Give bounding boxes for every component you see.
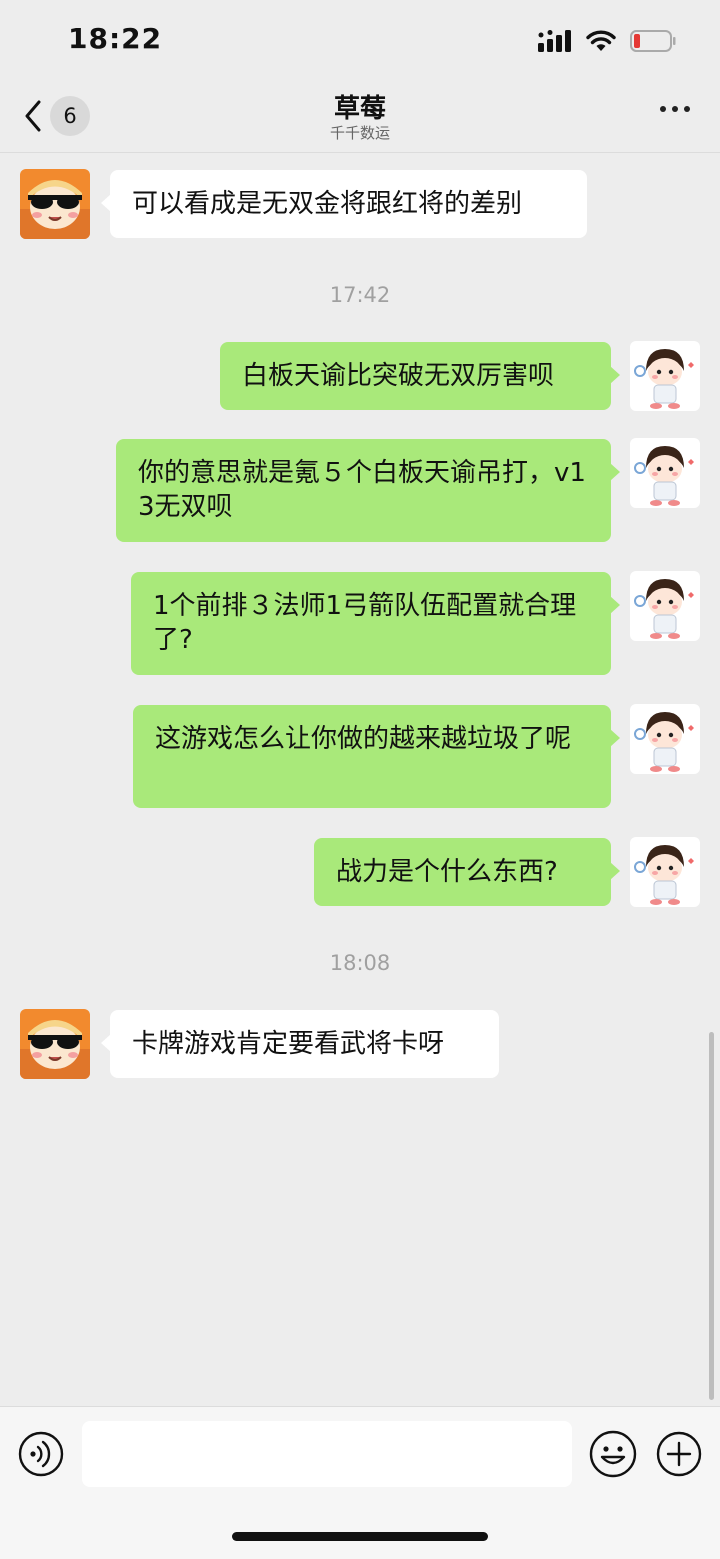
contact-avatar[interactable] — [20, 169, 90, 239]
my-avatar[interactable] — [630, 571, 700, 641]
message-bubble-outgoing[interactable]: 你的意思就是氪５个白板天谕吊打，v13无双呗 — [116, 439, 620, 542]
scrollbar[interactable] — [709, 1032, 714, 1400]
my-avatar[interactable] — [630, 341, 700, 411]
more-icon-dot — [684, 106, 690, 112]
contact-avatar[interactable] — [20, 1009, 90, 1079]
wifi-icon — [586, 30, 616, 51]
timestamp: 18:08 — [329, 951, 391, 975]
more-icon-dot — [672, 106, 678, 112]
status-time: 18:22 — [68, 22, 163, 55]
signal-icon — [538, 30, 571, 52]
status-bar: 18:22 — [0, 0, 720, 80]
message-bubble-outgoing[interactable]: 战力是个什么东西? — [314, 838, 620, 906]
voice-icon[interactable] — [18, 1431, 64, 1477]
message-bubble-incoming[interactable]: 卡牌游戏肯定要看武将卡呀 — [101, 1010, 499, 1078]
emoji-icon[interactable] — [588, 1429, 638, 1479]
chat-subtitle: 千千数运 — [329, 124, 390, 142]
message-bubble-outgoing[interactable]: 白板天谕比突破无双厉害呗 — [220, 342, 620, 410]
message-bubble-outgoing[interactable]: 1个前排３法师1弓箭队伍配置就合理了? — [131, 572, 620, 675]
chat-title: 草莓 — [333, 94, 386, 124]
status-icons — [538, 28, 676, 54]
message-input[interactable] — [82, 1421, 572, 1487]
more-icon — [660, 106, 666, 112]
plus-icon[interactable] — [656, 1431, 702, 1477]
my-avatar[interactable] — [630, 837, 700, 907]
timestamp: 17:42 — [329, 283, 391, 307]
chat-header: 6 草莓 千千数运 — [0, 80, 720, 153]
message-bubble-outgoing[interactable]: 这游戏怎么让你做的越来越垃圾了呢 — [133, 705, 620, 808]
more-button[interactable] — [660, 106, 690, 112]
home-indicator[interactable] — [232, 1532, 488, 1541]
my-avatar[interactable] — [630, 438, 700, 508]
my-avatar[interactable] — [630, 704, 700, 774]
battery-icon — [630, 30, 676, 52]
message-bubble-incoming[interactable]: 可以看成是无双金将跟红将的差别 — [101, 170, 587, 238]
